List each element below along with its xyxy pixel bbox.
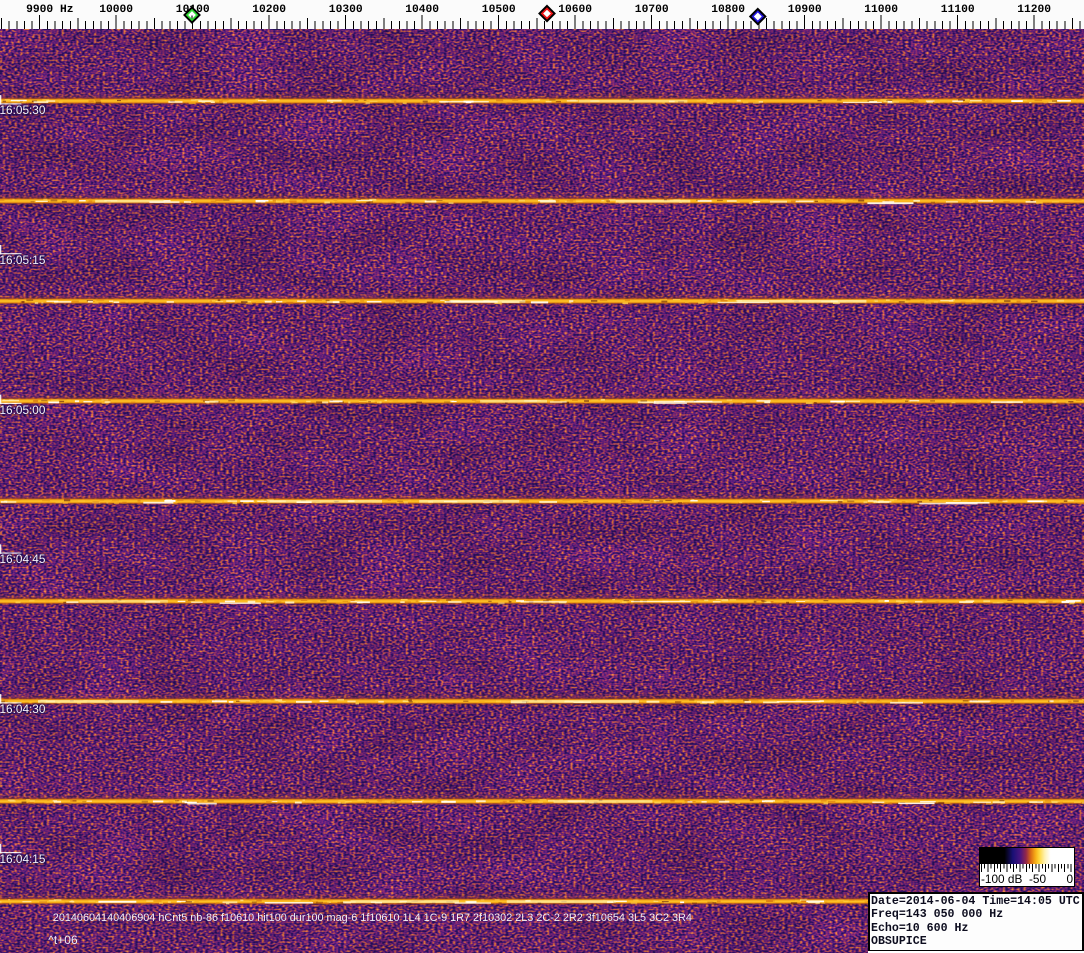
svg-text:11000: 11000 [864, 4, 898, 16]
svg-text:10400: 10400 [405, 4, 439, 16]
svg-text:10900: 10900 [788, 4, 822, 16]
svg-text:9900 Hz: 9900 Hz [26, 4, 73, 16]
svg-text:11200: 11200 [1017, 4, 1051, 16]
svg-text:10700: 10700 [635, 4, 669, 16]
svg-text:10500: 10500 [482, 4, 516, 16]
svg-text:11100: 11100 [941, 4, 975, 16]
svg-text:10200: 10200 [252, 4, 286, 16]
svg-text:10800: 10800 [711, 4, 745, 16]
svg-text:10600: 10600 [558, 4, 592, 16]
svg-text:10000: 10000 [99, 4, 133, 16]
svg-text:10300: 10300 [329, 4, 363, 16]
